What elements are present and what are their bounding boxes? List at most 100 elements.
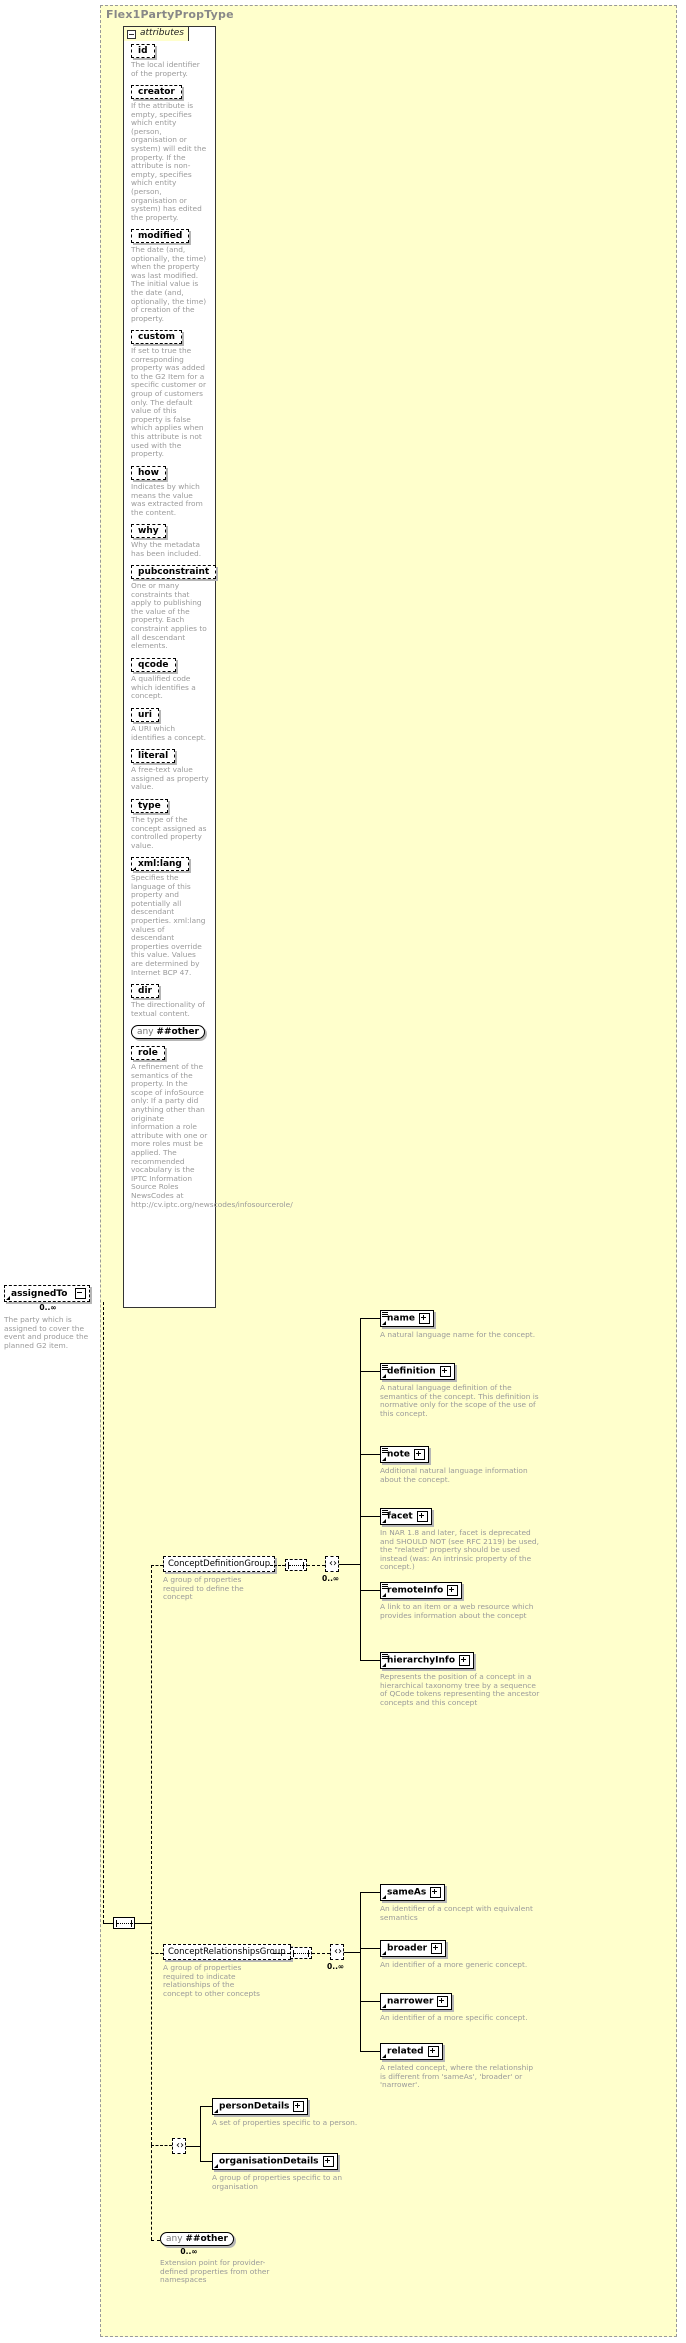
collapse-minus-icon[interactable] [127,30,136,39]
expand-plus-icon[interactable] [430,1887,442,1898]
choice-connector[interactable]: ‹ › [325,1556,339,1572]
expand-plus-icon[interactable] [293,2101,305,2112]
type-ref-arrow-icon [382,1663,386,1667]
connector-line [360,1948,380,1949]
any-other-extension-box[interactable]: any ##other [160,2232,234,2246]
element-label: note [387,1449,410,1460]
group-box-ConceptDefinitionGroup[interactable]: ConceptDefinitionGroup [163,1556,276,1572]
type-ref-arrow-icon [382,1593,386,1597]
expand-plus-icon[interactable] [459,1655,471,1666]
element-description: An identifier of a more generic concept. [380,1960,528,1969]
group-box-ConceptRelationshipsGroup[interactable]: ConceptRelationshipsGroup [163,1944,291,1960]
attribute-description: The type of the concept assigned as cont… [131,815,207,850]
element-box-name[interactable]: name [380,1310,434,1327]
attribute-row: creator If the attribute is empty, specif… [123,85,216,222]
element-label: hierarchyInfo [387,1655,456,1666]
expand-plus-icon[interactable] [414,1449,425,1460]
choice-connector[interactable]: ‹ › [330,1944,344,1960]
attribute-description: Indicates by which means the value was e… [131,482,203,517]
expand-plus-icon[interactable] [447,1585,459,1596]
sequence-connector[interactable] [285,1559,307,1571]
attribute-box-qcode[interactable]: qcode [131,658,176,672]
attribute-box-modified[interactable]: modified [131,229,190,243]
element-node: note Additional natural language informat… [380,1446,560,1484]
sequence-connector[interactable] [290,1947,312,1959]
element-box-personDetails[interactable]: personDetails [212,2098,309,2115]
sequence-icon [382,1312,388,1317]
attribute-description: The date (and, optionally, the time) whe… [131,245,207,323]
extension-point-node: any ##other 0..∞ Extension point for provi… [160,2232,310,2285]
element-box-sameAs[interactable]: sameAs [380,1884,446,1901]
choice-connector[interactable]: ‹ › [172,2138,186,2154]
expand-plus-icon[interactable] [416,1511,428,1522]
element-description: A natural language definition of the sem… [380,1383,539,1418]
connector-line [186,2146,200,2147]
element-box-related[interactable]: related [380,2043,443,2060]
assignedto-collapse-icon[interactable] [74,1288,86,1299]
sequence-icon [382,1654,388,1659]
element-box-hierarchyInfo[interactable]: hierarchyInfo [380,1652,475,1669]
expand-plus-icon[interactable] [322,2156,334,2167]
connector-line [270,1565,285,1566]
element-description: Additional natural language information … [380,1466,528,1484]
attribute-box-literal[interactable]: literal [131,749,176,763]
attribute-box-uri[interactable]: uri [131,708,159,722]
expand-plus-icon[interactable] [427,2046,439,2057]
connector-line [360,1318,380,1319]
any-prefix: any [137,1027,157,1037]
connector-line [360,2001,380,2002]
attribute-name: qcode [138,660,169,670]
connector-line [360,1660,380,1661]
element-description: An identifier of a more specific concept… [380,2013,528,2022]
element-label: broader [387,1943,428,1954]
attribute-row: literal A free-text value assigned as pro… [123,749,216,792]
attribute-box-how[interactable]: how [131,466,166,480]
expand-plus-icon[interactable] [418,1313,430,1324]
attribute-any-box[interactable]: any ##other [131,1025,205,1039]
element-box-remoteInfo[interactable]: remoteInfo [380,1582,463,1599]
attribute-description: If set to true the corresponding propert… [131,346,206,459]
expand-plus-icon[interactable] [439,1366,451,1377]
element-node: definition A natural language definition … [380,1363,560,1418]
attribute-box-role[interactable]: role [131,1046,165,1060]
element-box-definition[interactable]: definition [380,1363,455,1380]
element-box-note[interactable]: note [380,1446,429,1463]
attribute-box-type[interactable]: type [131,799,168,813]
type-ref-arrow-icon [382,1321,386,1325]
element-box-facet[interactable]: facet [380,1508,432,1525]
attribute-description: A free-text value assigned as property v… [131,765,209,792]
element-node: hierarchyInfo Represents the position of … [380,1652,560,1707]
attribute-box-xml-lang[interactable]: xml:lang [131,857,189,871]
attribute-name: creator [138,87,175,97]
element-node: facet In NAR 1.8 and later, facet is depr… [380,1508,560,1572]
attribute-box-id[interactable]: id [131,44,155,58]
expand-plus-icon[interactable] [437,1996,449,2007]
type-ref-arrow-icon [382,1951,386,1955]
type-ref-arrow-icon [382,1457,386,1461]
type-ref-arrow-icon [382,1374,386,1378]
attributes-tab[interactable]: attributes [123,26,189,41]
element-box-broader[interactable]: broader [380,1940,447,1957]
assignedto-label: assignedTo [11,1288,68,1299]
connector-line [360,1590,380,1591]
connector-line [200,2106,212,2107]
attribute-row: custom If set to true the corresponding p… [123,330,216,459]
connector-line [360,1454,380,1455]
element-box-organisationDetails[interactable]: organisationDetails [212,2153,338,2170]
connector-line [151,1565,163,1566]
attribute-box-dir[interactable]: dir [131,984,159,998]
assignedto-element-box[interactable]: assignedTo [4,1285,90,1302]
attribute-box-creator[interactable]: creator [131,85,182,99]
expand-plus-icon[interactable] [431,1943,443,1954]
attribute-box-custom[interactable]: custom [131,330,182,344]
sequence-connector[interactable] [113,1917,135,1929]
element-description: An identifier of a concept with equivale… [380,1904,533,1922]
any-namespace-label: ##other [156,1027,199,1037]
element-box-narrower[interactable]: narrower [380,1993,453,2010]
attribute-description: If the attribute is empty, specifies whi… [131,101,207,222]
attribute-box-why[interactable]: why [131,524,166,538]
element-description: In NAR 1.8 and later, facet is deprecate… [380,1528,539,1572]
group-node: ConceptRelationshipsGroup A group of prop… [163,1944,291,1998]
attribute-description: A refinement of the semantics of the pro… [131,1062,293,1209]
attribute-box-pubconstraint[interactable]: pubconstraint [131,565,217,579]
